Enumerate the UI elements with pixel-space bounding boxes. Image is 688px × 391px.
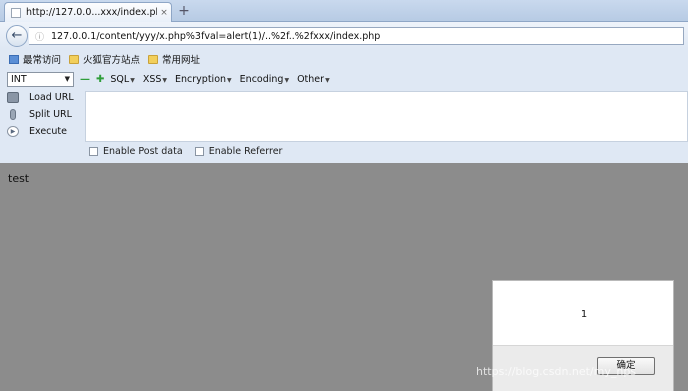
url-text[interactable]: 127.0.0.1/content/yyy/x.php%3fval=alert(…	[51, 31, 380, 42]
enable-post-checkbox[interactable]: Enable Post data	[89, 146, 183, 157]
menu-sql[interactable]: SQL▼	[110, 74, 134, 85]
hackbar-options: Enable Post data Enable Referrer	[89, 146, 282, 157]
new-tab-button[interactable]: +	[175, 3, 193, 20]
split-url-icon	[10, 109, 16, 120]
bookmark-label: 火狐官方站点	[83, 55, 141, 66]
hackbar-panel: Load URL Split URL ▶ Execute Enable Post…	[0, 89, 688, 163]
url-bar[interactable]: ⓘ 127.0.0.1/content/yyy/x.php%3fval=aler…	[29, 27, 684, 45]
enable-referrer-checkbox[interactable]: Enable Referrer	[194, 146, 283, 157]
hackbar-toolbar: INT ▼ — ✚ SQL▼ XSS▼ Encryption▼ Encoding…	[0, 69, 688, 89]
menu-xss[interactable]: XSS▼	[143, 74, 167, 85]
page-text: test	[8, 172, 30, 185]
load-url-label: Load URL	[29, 92, 74, 103]
execute-label: Execute	[29, 126, 67, 137]
menu-encoding[interactable]: Encoding▼	[240, 74, 289, 85]
bookmark-common-sites[interactable]: 常用网址	[148, 52, 200, 66]
enable-referrer-label: Enable Referrer	[208, 146, 283, 157]
back-button[interactable]: ←	[6, 25, 28, 47]
tab-strip: http://127.0.0...xxx/index.php × +	[0, 0, 688, 22]
page-icon	[9, 54, 19, 64]
folder-icon	[69, 54, 80, 64]
checkbox-box[interactable]	[89, 147, 98, 156]
tab-title: http://127.0.0...xxx/index.php	[26, 7, 157, 18]
browser-tab[interactable]: http://127.0.0...xxx/index.php ×	[4, 2, 172, 22]
plus-icon[interactable]: ✚	[96, 74, 104, 85]
back-arrow-icon: ←	[11, 28, 23, 43]
split-url-label: Split URL	[29, 109, 72, 120]
hackbar-url-textarea[interactable]	[85, 91, 688, 142]
encoding-select[interactable]: INT ▼	[7, 71, 74, 87]
load-url-button[interactable]: Load URL	[0, 89, 84, 106]
watermark: https://blog.csdn.net/my_nps	[476, 365, 637, 378]
alert-message: 1	[580, 309, 588, 320]
enable-post-label: Enable Post data	[103, 146, 183, 157]
encoding-select-value: INT	[11, 73, 27, 85]
bookmarks-bar: 最常访问 火狐官方站点 常用网址	[0, 49, 688, 69]
page-favicon-icon	[11, 7, 21, 18]
execute-button[interactable]: ▶ Execute	[0, 123, 84, 140]
menu-other[interactable]: Other▼	[297, 74, 330, 85]
folder-icon	[148, 54, 159, 64]
menu-encryption[interactable]: Encryption▼	[175, 74, 232, 85]
load-url-icon	[7, 92, 19, 103]
bookmark-most-visited[interactable]: 最常访问	[9, 52, 61, 66]
bookmark-label: 常用网址	[162, 55, 201, 66]
play-icon: ▶	[7, 126, 19, 137]
dropdown-arrow-icon: ▼	[64, 75, 70, 83]
split-url-button[interactable]: Split URL	[0, 106, 84, 123]
hackbar-actions: Load URL Split URL ▶ Execute	[0, 89, 84, 143]
bookmark-label: 最常访问	[23, 55, 62, 66]
navigation-bar: ← ⓘ 127.0.0.1/content/yyy/x.php%3fval=al…	[0, 22, 688, 49]
minus-icon[interactable]: —	[80, 74, 90, 85]
site-info-icon[interactable]: ⓘ	[35, 30, 44, 43]
checkbox-box[interactable]	[194, 147, 204, 156]
bookmark-firefox-official[interactable]: 火狐官方站点	[69, 52, 140, 66]
tab-close-icon[interactable]: ×	[157, 8, 171, 18]
